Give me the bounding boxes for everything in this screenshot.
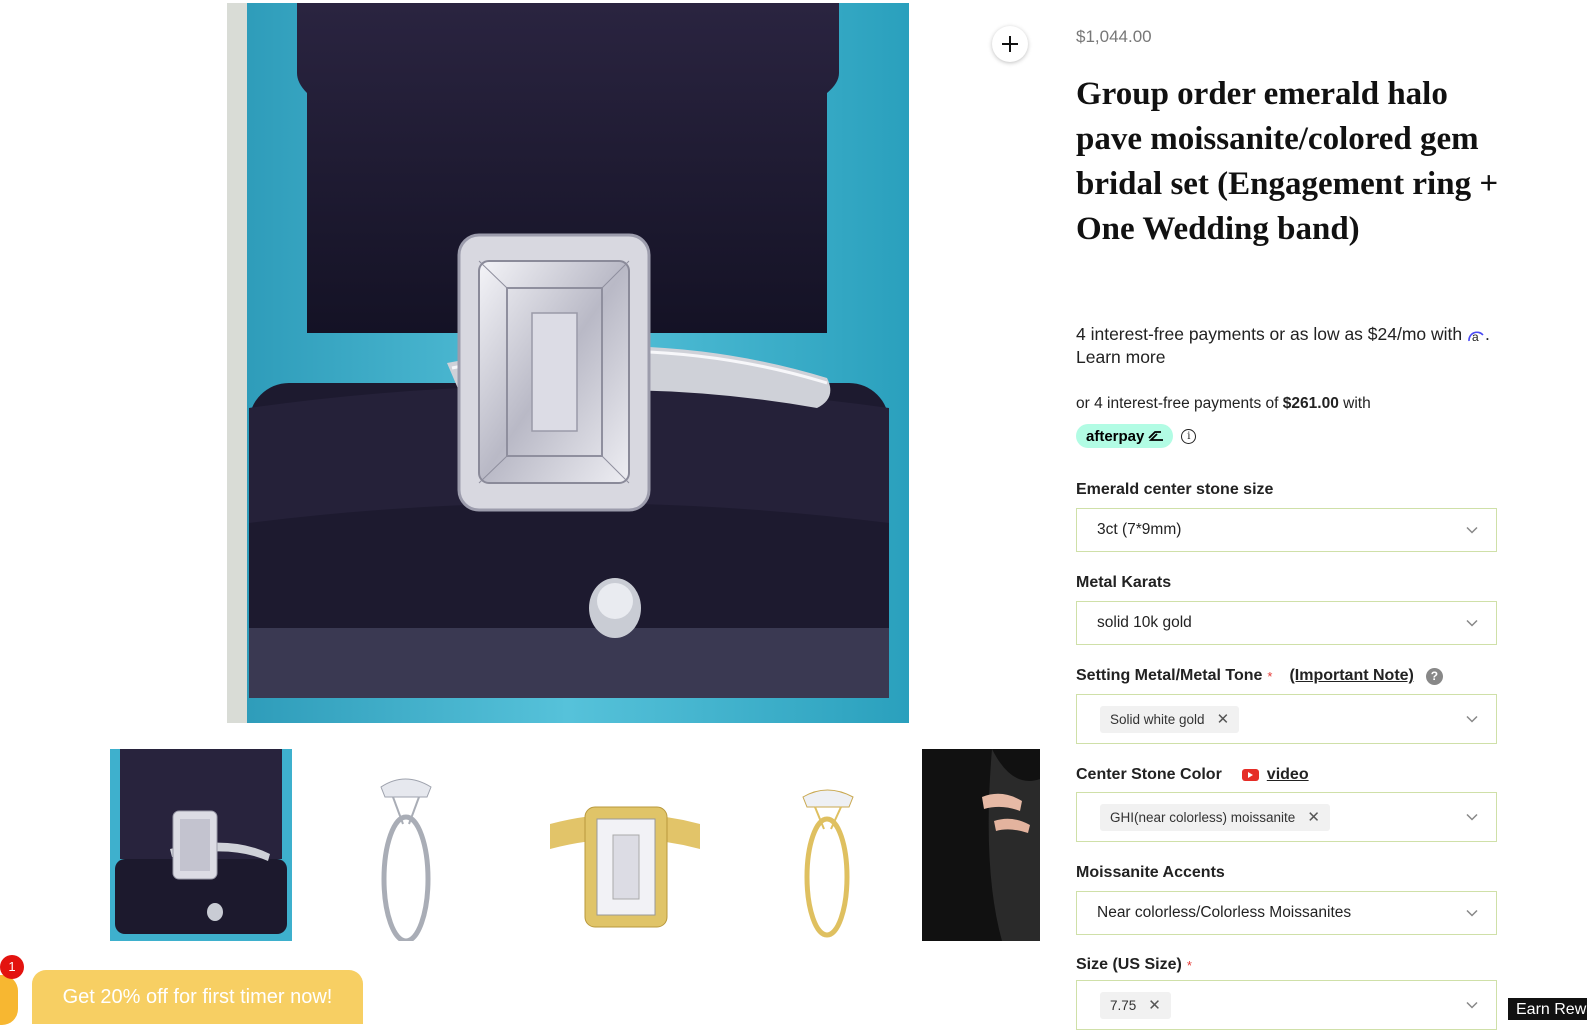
thumbnail-3[interactable]	[535, 749, 717, 941]
afterpay-suffix: with	[1343, 395, 1371, 412]
notification-badge: 1	[0, 955, 24, 979]
promo-banner[interactable]: Get 20% off for first timer now!	[32, 970, 363, 1024]
metal-karats-select[interactable]: solid 10k gold	[1076, 601, 1497, 645]
remove-tag-icon[interactable]: ✕	[1307, 808, 1320, 826]
zoom-button[interactable]	[992, 26, 1028, 62]
required-asterisk: *	[1267, 668, 1273, 684]
ring-size-value: 7.75	[1110, 997, 1137, 1013]
info-icon[interactable]: i	[1181, 428, 1197, 444]
affirm-financing: 4 interest-free payments or as low as $2…	[1076, 323, 1506, 369]
moissanite-accents-label: Moissanite Accents	[1076, 864, 1225, 882]
metal-tone-value: Solid white gold	[1110, 711, 1205, 727]
video-link[interactable]: video	[1267, 766, 1309, 784]
moissanite-accents-select[interactable]: Near colorless/Colorless Moissanites	[1076, 891, 1497, 935]
ring-size-label-text: Size (US Size)	[1076, 956, 1182, 973]
required-asterisk: *	[1186, 957, 1192, 973]
moissanite-accents-label-text: Moissanite Accents	[1076, 864, 1225, 881]
important-note-link[interactable]: (Important Note)	[1289, 667, 1413, 685]
remove-tag-icon[interactable]: ✕	[1217, 710, 1230, 728]
stone-color-select[interactable]: GHI(near colorless) moissanite ✕	[1076, 792, 1497, 842]
metal-karats-value: solid 10k gold	[1097, 614, 1192, 631]
youtube-icon	[1241, 769, 1259, 781]
product-title: Group order emerald halo pave moissanite…	[1076, 76, 1499, 247]
center-stone-size-select[interactable]: 3ct (7*9mm)	[1076, 508, 1497, 552]
chevron-down-icon	[1466, 1001, 1478, 1009]
thumbnail-1[interactable]	[110, 749, 292, 941]
ring-size-select[interactable]: 7.75 ✕	[1076, 980, 1497, 1030]
chevron-down-icon	[1466, 619, 1478, 627]
metal-tone-select[interactable]: Solid white gold ✕	[1076, 694, 1497, 744]
thumbnail-5[interactable]	[922, 749, 1040, 941]
product-price: $1,044.00	[1076, 27, 1152, 46]
center-stone-size-label: Emerald center stone size	[1076, 481, 1273, 499]
chevron-down-icon	[1466, 526, 1478, 534]
metal-tone-label-text: Setting Metal/Metal Tone	[1076, 667, 1263, 684]
center-stone-size-label-text: Emerald center stone size	[1076, 481, 1274, 498]
afterpay-wordmark: afterpay	[1086, 427, 1145, 445]
ring-size-label: Size (US Size) *	[1076, 956, 1192, 974]
afterpay-row: afterpay i	[1076, 424, 1197, 448]
chevron-down-icon	[1466, 715, 1478, 723]
metal-tone-tag: Solid white gold ✕	[1100, 705, 1240, 733]
yellow-gold-bridal-set-thumbnail	[550, 806, 700, 928]
metal-karats-label-text: Metal Karats	[1076, 574, 1172, 591]
white-gold-ring-side-thumbnail	[380, 778, 432, 941]
ring-in-box-thumbnail	[110, 749, 292, 941]
stone-color-label: Center Stone Color video	[1076, 766, 1309, 784]
stone-color-tag: GHI(near colorless) moissanite ✕	[1100, 803, 1330, 831]
main-product-image[interactable]	[227, 3, 909, 723]
center-stone-size-value: 3ct (7*9mm)	[1097, 521, 1182, 538]
afterpay-prefix: or 4 interest-free payments of	[1076, 395, 1279, 412]
metal-tone-label: Setting Metal/Metal Tone * (Important No…	[1076, 667, 1443, 685]
afterpay-financing-text: or 4 interest-free payments of $261.00 w…	[1076, 395, 1371, 413]
afterpay-amount: $261.00	[1282, 395, 1339, 412]
thumbnail-strip	[110, 749, 1040, 941]
yellow-gold-ring-side-thumbnail	[802, 789, 854, 938]
ring-in-box-image	[227, 3, 909, 723]
afterpay-badge[interactable]: afterpay	[1076, 424, 1174, 448]
moissanite-accents-value: Near colorless/Colorless Moissanites	[1097, 904, 1352, 921]
affirm-logo-icon: a	[1467, 325, 1485, 344]
chevron-down-icon	[1466, 909, 1478, 917]
earn-rewards-button[interactable]: Earn Rewards	[1508, 998, 1587, 1020]
promo-side-tab[interactable]	[0, 975, 18, 1025]
thumbnail-2[interactable]	[313, 749, 495, 941]
stone-color-label-text: Center Stone Color	[1076, 766, 1222, 783]
remove-tag-icon[interactable]: ✕	[1148, 996, 1161, 1014]
help-icon[interactable]: ?	[1425, 667, 1443, 685]
svg-text:a: a	[1472, 330, 1479, 342]
thumbnail-4[interactable]	[737, 749, 919, 941]
affirm-text: 4 interest-free payments or as low as $2…	[1076, 324, 1463, 344]
stone-color-value: GHI(near colorless) moissanite	[1110, 809, 1296, 825]
afterpay-arrows-icon	[1148, 431, 1164, 441]
chevron-down-icon	[1466, 813, 1478, 821]
hand-model-thumbnail	[922, 749, 1040, 941]
plus-icon	[1002, 36, 1018, 52]
metal-karats-label: Metal Karats	[1076, 574, 1171, 592]
ring-size-tag: 7.75 ✕	[1100, 991, 1171, 1019]
